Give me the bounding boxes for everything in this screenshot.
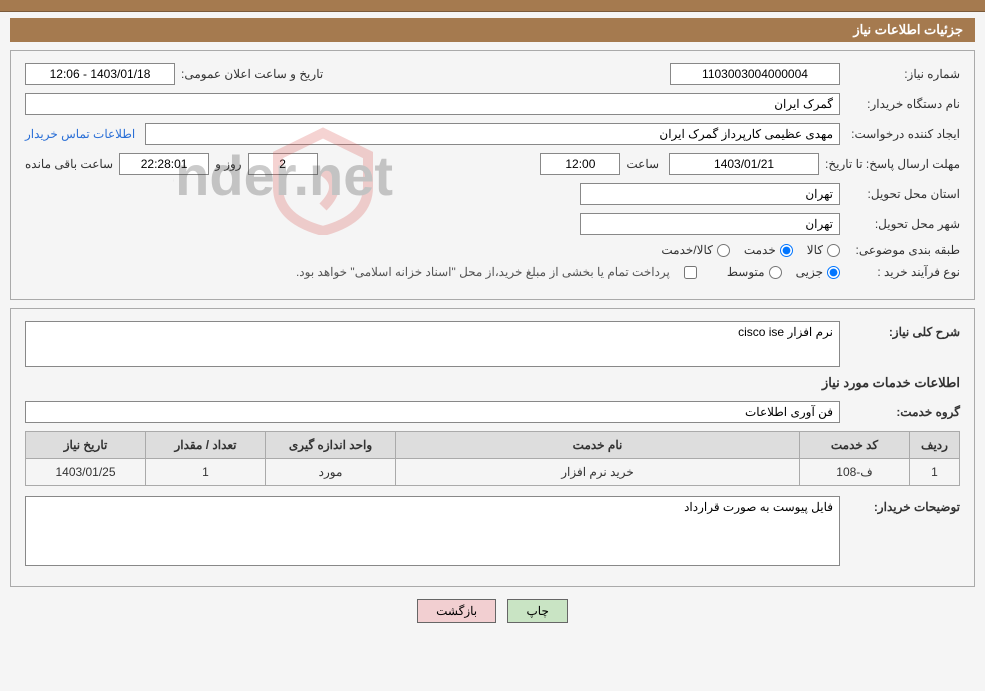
radio-goods-service[interactable]: کالا/خدمت [661, 243, 729, 257]
row-deadline: مهلت ارسال پاسخ: تا تاریخ: ساعت روز و سا… [25, 153, 960, 175]
info-panel: AriaTender.net شماره نیاز: تاریخ و ساعت … [10, 50, 975, 300]
service-info-heading: اطلاعات خدمات مورد نیاز [25, 375, 960, 391]
requester-label: ایجاد کننده درخواست: [840, 127, 960, 141]
province-label: استان محل تحویل: [840, 187, 960, 201]
subject-radio-group: کالا خدمت کالا/خدمت [661, 243, 840, 257]
col-idx: ردیف [910, 432, 960, 459]
radio-minor[interactable]: جزیی [796, 265, 840, 279]
col-qty: تعداد / مقدار [146, 432, 266, 459]
services-table: ردیف کد خدمت نام خدمت واحد اندازه گیری ت… [25, 431, 960, 486]
row-requester: ایجاد کننده درخواست: اطلاعات تماس خریدار [25, 123, 960, 145]
button-row: چاپ بازگشت [0, 599, 985, 623]
buyer-notes-label: توضیحات خریدار: [840, 496, 960, 514]
cell-qty: 1 [146, 459, 266, 486]
col-date: تاریخ نیاز [26, 432, 146, 459]
col-unit: واحد اندازه گیری [266, 432, 396, 459]
row-subject-classification: طبقه بندی موضوعی: کالا خدمت کالا/خدمت [25, 243, 960, 257]
page-title: جزئیات اطلاعات نیاز [10, 18, 975, 42]
row-buyer-org: نام دستگاه خریدار: [25, 93, 960, 115]
radio-medium[interactable]: متوسط [727, 265, 782, 279]
radio-goods-label: کالا [807, 243, 823, 257]
days-field[interactable] [248, 153, 318, 175]
row-summary: شرح کلی نیاز: [25, 321, 960, 367]
row-city: شهر محل تحویل: [25, 213, 960, 235]
top-border-bar [0, 0, 985, 12]
col-code: کد خدمت [800, 432, 910, 459]
table-row: 1 ف-108 خرید نرم افزار مورد 1 1403/01/25 [26, 459, 960, 486]
province-field[interactable] [580, 183, 840, 205]
cell-unit: مورد [266, 459, 396, 486]
group-field[interactable] [25, 401, 840, 423]
need-no-label: شماره نیاز: [840, 67, 960, 81]
back-button[interactable]: بازگشت [417, 599, 496, 623]
row-service-group: گروه خدمت: [25, 401, 960, 423]
radio-goods-input[interactable] [827, 244, 840, 257]
purchase-type-radio-group: جزیی متوسط [727, 265, 840, 279]
payment-note-checkbox[interactable] [684, 266, 697, 279]
buyer-contact-link[interactable]: اطلاعات تماس خریدار [25, 127, 145, 141]
payment-note-text: پرداخت تمام یا بخشی از مبلغ خرید،از محل … [296, 265, 670, 279]
radio-service-input[interactable] [780, 244, 793, 257]
radio-medium-input[interactable] [769, 266, 782, 279]
payment-note-check[interactable]: پرداخت تمام یا بخشی از مبلغ خرید،از محل … [296, 265, 697, 279]
radio-goods-service-input[interactable] [717, 244, 730, 257]
radio-goods-service-label: کالا/خدمت [661, 243, 712, 257]
row-purchase-type: نوع فرآیند خرید : جزیی متوسط پرداخت تمام… [25, 265, 960, 279]
radio-goods[interactable]: کالا [807, 243, 840, 257]
purchase-type-label: نوع فرآیند خرید : [840, 265, 960, 279]
days-and-label: روز و [215, 157, 242, 171]
radio-service-label: خدمت [744, 243, 776, 257]
summary-label: شرح کلی نیاز: [840, 321, 960, 339]
deadline-date-field[interactable] [669, 153, 819, 175]
row-province: استان محل تحویل: [25, 183, 960, 205]
row-need-number: شماره نیاز: تاریخ و ساعت اعلان عمومی: [25, 63, 960, 85]
deadline-label: مهلت ارسال پاسخ: تا تاریخ: [819, 157, 960, 171]
subject-cat-label: طبقه بندی موضوعی: [840, 243, 960, 257]
cell-name: خرید نرم افزار [396, 459, 800, 486]
group-label: گروه خدمت: [840, 405, 960, 419]
countdown-field[interactable] [119, 153, 209, 175]
cell-code: ف-108 [800, 459, 910, 486]
summary-textarea[interactable] [25, 321, 840, 367]
buyer-notes-textarea[interactable] [25, 496, 840, 566]
print-button[interactable]: چاپ [507, 599, 567, 623]
requester-field[interactable] [145, 123, 840, 145]
remain-label: ساعت باقی مانده [25, 157, 113, 171]
radio-medium-label: متوسط [727, 265, 765, 279]
radio-minor-label: جزیی [796, 265, 823, 279]
col-name: نام خدمت [396, 432, 800, 459]
row-buyer-notes: توضیحات خریدار: [25, 496, 960, 566]
radio-minor-input[interactable] [827, 266, 840, 279]
table-header-row: ردیف کد خدمت نام خدمت واحد اندازه گیری ت… [26, 432, 960, 459]
deadline-time-field[interactable] [540, 153, 620, 175]
time-label: ساعت [626, 157, 659, 171]
cell-date: 1403/01/25 [26, 459, 146, 486]
announce-field[interactable] [25, 63, 175, 85]
radio-service[interactable]: خدمت [744, 243, 793, 257]
cell-idx: 1 [910, 459, 960, 486]
buyer-org-field[interactable] [25, 93, 840, 115]
announce-label: تاریخ و ساعت اعلان عمومی: [175, 67, 323, 81]
city-label: شهر محل تحویل: [840, 217, 960, 231]
detail-panel: شرح کلی نیاز: اطلاعات خدمات مورد نیاز گر… [10, 308, 975, 587]
need-no-field[interactable] [670, 63, 840, 85]
city-field[interactable] [580, 213, 840, 235]
buyer-org-label: نام دستگاه خریدار: [840, 97, 960, 111]
